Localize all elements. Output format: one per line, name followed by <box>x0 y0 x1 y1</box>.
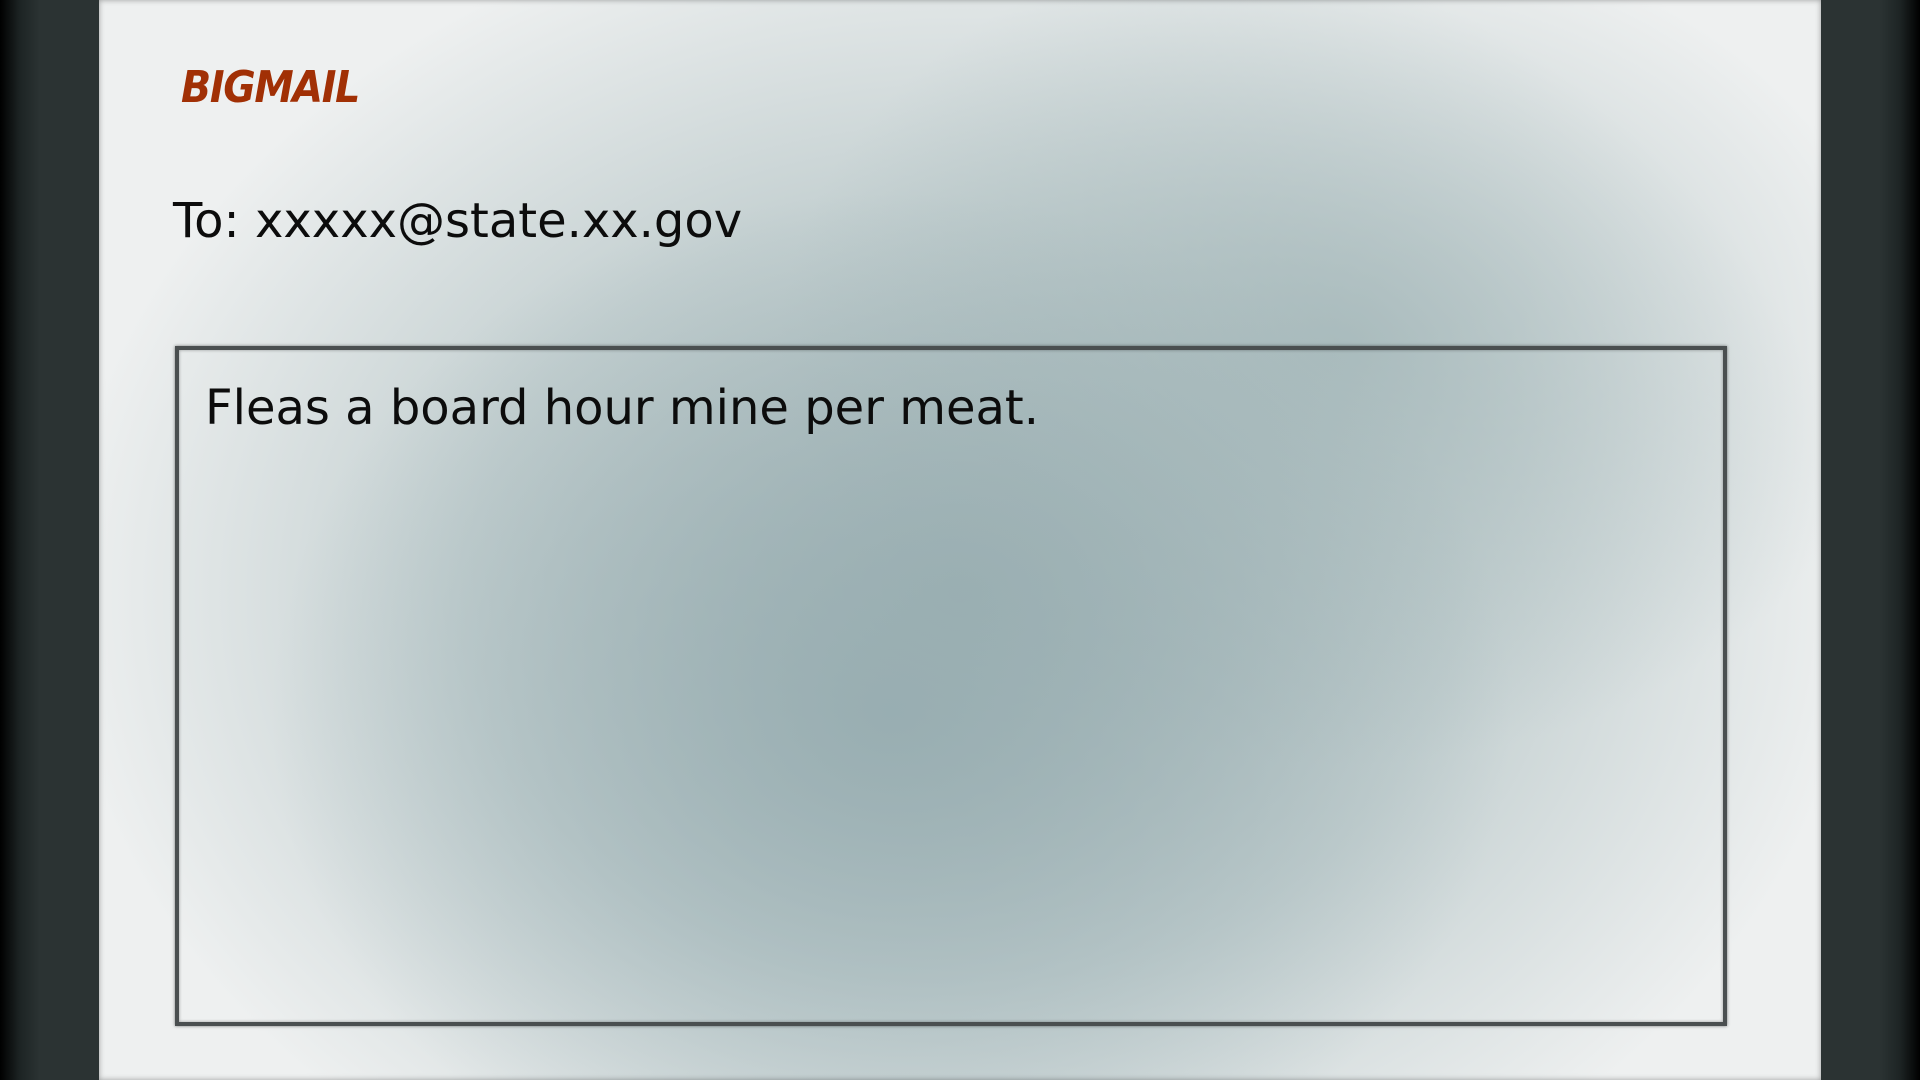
message-body-text: Fleas a board hour mine per meat. <box>205 380 1039 436</box>
email-compose-screen: BIGMAIL To: xxxxx@state.xx.gov Fleas a b… <box>99 0 1821 1080</box>
app-logo: BIGMAIL <box>181 62 360 113</box>
recipient-field[interactable]: To: xxxxx@state.xx.gov <box>173 193 742 249</box>
recipient-address: xxxxx@state.xx.gov <box>254 193 743 249</box>
device-frame: BIGMAIL To: xxxxx@state.xx.gov Fleas a b… <box>0 0 1920 1080</box>
to-label: To: <box>173 193 240 249</box>
message-body-field[interactable]: Fleas a board hour mine per meat. <box>175 346 1727 1026</box>
